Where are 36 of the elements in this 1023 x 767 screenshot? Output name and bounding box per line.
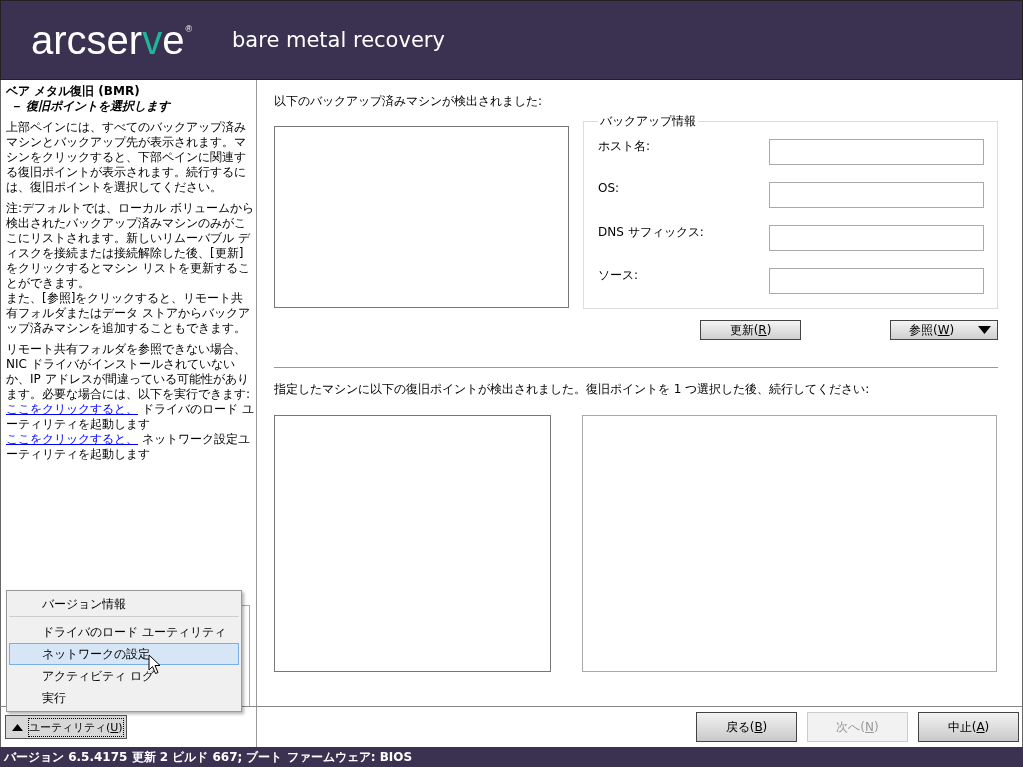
utility-button[interactable]: ユーティリティ(U)	[5, 715, 127, 739]
help-sentence: ここをクリックすると、 ドライバのロード ユーティリティを起動します	[6, 402, 254, 432]
menu-item[interactable]: ネットワークの設定	[9, 643, 239, 665]
nav-button[interactable]: 中止(A)	[918, 712, 1019, 742]
help-paragraph: また、[参照]をクリックすると、リモート共有フォルダまたはデータ ストアからバックアップ済みマシンを追加することもできます。	[6, 291, 251, 336]
menu-item[interactable]: アクティビティ ログ	[9, 665, 239, 687]
refresh-button[interactable]: 更新(R)	[700, 320, 801, 340]
help-paragraph: 注:デフォルトでは、ローカル ボリュームから検出されたバックアップ済みマシンのみがここにリストされます。新しいリムーバブル ディスクを接続または接続解除した後、[更新] をクリックするとマシン リストを更新することができます。	[6, 201, 254, 291]
field-label: OS:	[598, 181, 620, 195]
dropdown-button[interactable]: 参照(W)	[890, 320, 998, 340]
help-link[interactable]: ここをクリックすると、	[6, 402, 138, 416]
nav-button[interactable]: 戻る(B)	[696, 712, 797, 742]
machines-label: 以下のバックアップ済みマシンが検出されました:	[274, 93, 544, 110]
menu-item[interactable]: ドライバのロード ユーティリティ	[9, 621, 239, 643]
input-field[interactable]	[769, 139, 984, 165]
product-title: bare metal recovery	[232, 28, 445, 52]
sidebar-title: ベア メタル復旧 (BMR)	[6, 84, 141, 99]
recovery-points-label: 指定したマシンに以下の復旧ポイントが検出されました。復旧ポイントを 1 つ選択した後、続行してください:	[274, 381, 871, 398]
input-field[interactable]	[769, 225, 984, 251]
input-field[interactable]	[769, 268, 984, 294]
caret-icon	[978, 326, 991, 334]
group-legend: バックアップ情報	[598, 113, 698, 130]
help-paragraph: リモート共有フォルダを参照できない場合、NIC ドライバがインストールされていないか、IP アドレスが間違っている可能性があります。必要な場合には、以下を実行できます:	[6, 342, 252, 402]
input-field[interactable]	[769, 182, 984, 208]
help-sentence: ここをクリックすると、 ネットワーク設定ユーティリティを起動します	[6, 432, 251, 462]
field-label: DNS サフィックス:	[598, 224, 704, 241]
menu-item[interactable]: バージョン情報	[9, 593, 239, 617]
help-link[interactable]: ここをクリックすると、	[6, 432, 138, 446]
menu-item[interactable]: 実行	[9, 687, 239, 709]
field-label: ソース:	[598, 267, 639, 284]
logo: arcserve$^{®}$	[31, 17, 193, 63]
sidebar-subtitle: － 復旧ポイントを選択します	[10, 99, 172, 114]
help-paragraph: 上部ペインには、すべてのバックアップ済みマシンとバックアップ先が表示されます。マシンをクリックすると、下部ペインに関連する復旧ポイントが表示されます。続行するには、復旧ポイントを選択してください。	[6, 120, 247, 195]
up-triangle-icon	[12, 723, 23, 731]
field-label: ホスト名:	[598, 138, 651, 155]
status-bar: バージョン 6.5.4175 更新 2 ビルド 667; ブート ファームウェア: BIOS	[0, 747, 1023, 767]
